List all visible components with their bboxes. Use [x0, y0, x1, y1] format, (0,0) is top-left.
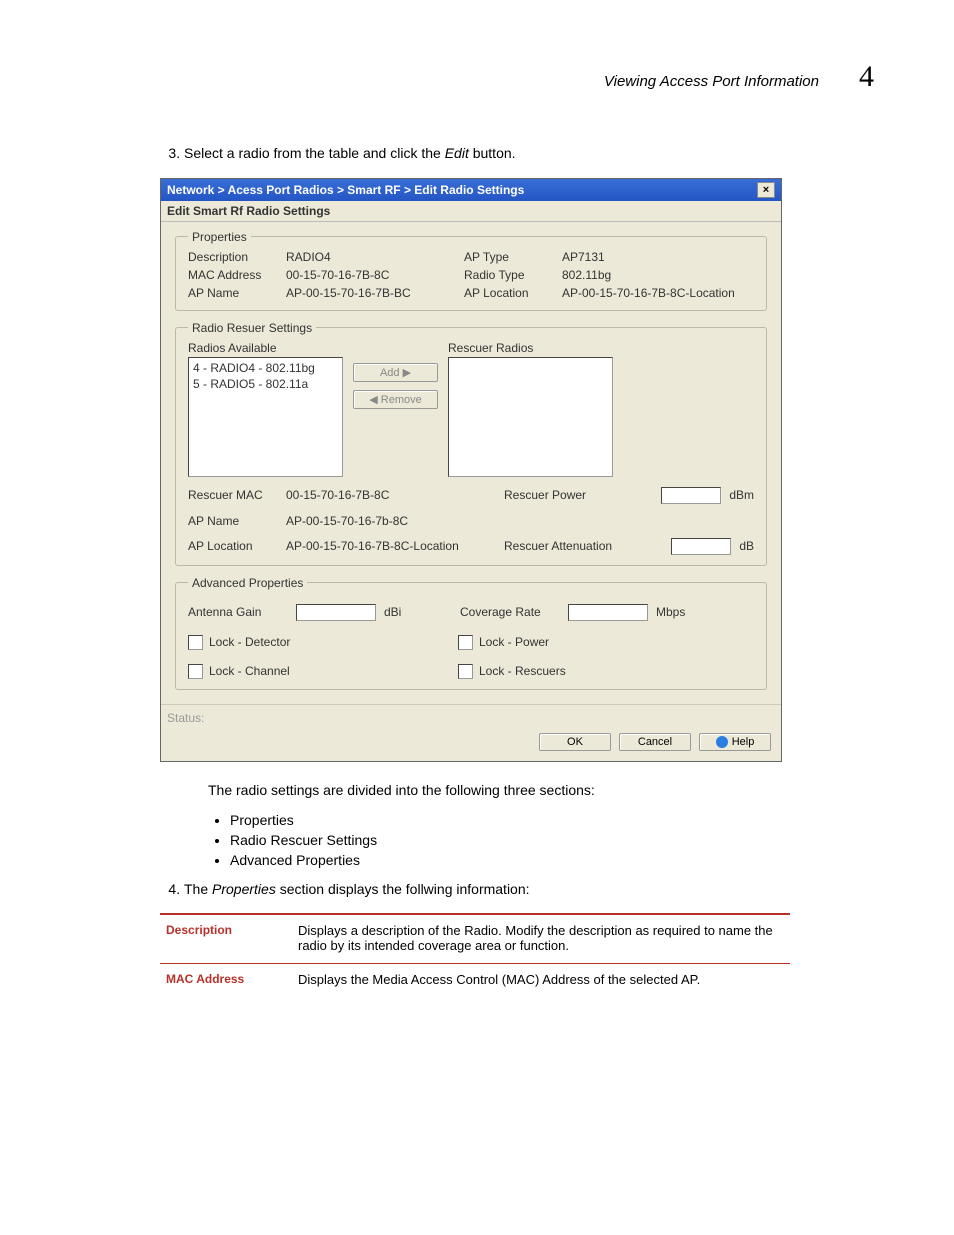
- prop-aptype-label: AP Type: [464, 250, 554, 264]
- add-button[interactable]: Add ▶: [353, 363, 438, 382]
- antenna-gain-input[interactable]: [296, 604, 376, 621]
- dialog-titlebar: Network > Acess Port Radios > Smart RF >…: [161, 179, 781, 201]
- chapter-number: 4: [859, 60, 874, 94]
- prop-desc-label: Description: [188, 250, 278, 264]
- rescuer-aploc-label: AP Location: [188, 539, 278, 553]
- ok-button[interactable]: OK: [539, 733, 611, 751]
- prop-radiotype-value: 802.11bg: [562, 268, 754, 282]
- list-item[interactable]: 4 - RADIO4 - 802.11bg: [193, 360, 338, 377]
- rescuer-power-input[interactable]: [661, 487, 721, 504]
- after-dialog-text: The radio settings are divided into the …: [208, 782, 874, 798]
- help-icon: [716, 736, 728, 748]
- rescuer-att-unit: dB: [739, 539, 754, 553]
- step-4-pre: The: [184, 881, 212, 897]
- rescuer-power-unit: dBm: [729, 488, 754, 502]
- prop-aploc-value: AP-00-15-70-16-7B-8C-Location: [562, 286, 754, 300]
- lock-channel-checkbox[interactable]: [188, 664, 203, 679]
- lock-detector-checkbox[interactable]: [188, 635, 203, 650]
- prop-mac-label: MAC Address: [188, 268, 278, 282]
- rescuer-att-label: Rescuer Attenuation: [504, 539, 612, 553]
- lock-power-checkbox[interactable]: [458, 635, 473, 650]
- cancel-button[interactable]: Cancel: [619, 733, 691, 751]
- coverage-rate-label: Coverage Rate: [460, 605, 560, 619]
- page-header-title: Viewing Access Port Information: [604, 73, 819, 90]
- rescuer-power-label: Rescuer Power: [504, 488, 586, 502]
- rescuer-legend: Radio Resuer Settings: [188, 321, 316, 335]
- step-4-em: Properties: [212, 881, 276, 897]
- lock-channel-label: Lock - Channel: [209, 664, 290, 678]
- edit-radio-dialog: Network > Acess Port Radios > Smart RF >…: [160, 178, 782, 762]
- advanced-legend: Advanced Properties: [188, 576, 307, 590]
- rescuer-mac-label: Rescuer MAC: [188, 488, 278, 502]
- prop-aptype-value: AP7131: [562, 250, 754, 264]
- prop-apname-value: AP-00-15-70-16-7B-BC: [286, 286, 456, 300]
- help-button-label: Help: [732, 736, 755, 748]
- rescuer-radios-list[interactable]: [448, 357, 613, 477]
- rescuer-apname-value: AP-00-15-70-16-7b-8C: [286, 514, 496, 528]
- advanced-fieldset: Advanced Properties Antenna Gain dBi Cov…: [175, 576, 767, 690]
- rescuer-mac-value: 00-15-70-16-7B-8C: [286, 488, 496, 502]
- rescuer-aploc-value: AP-00-15-70-16-7B-8C-Location: [286, 539, 496, 553]
- properties-description-table: Description Displays a description of th…: [160, 913, 790, 997]
- rescuer-att-input[interactable]: [671, 538, 731, 555]
- help-button[interactable]: Help: [699, 733, 771, 751]
- prop-radiotype-label: Radio Type: [464, 268, 554, 282]
- lock-detector-label: Lock - Detector: [209, 635, 290, 649]
- bullet-advanced: Advanced Properties: [230, 852, 874, 868]
- radios-available-label: Radios Available: [188, 341, 343, 355]
- lock-power-label: Lock - Power: [479, 635, 549, 649]
- dialog-title: Network > Acess Port Radios > Smart RF >…: [167, 183, 524, 197]
- proptable-val: Displays a description of the Radio. Mod…: [292, 914, 790, 964]
- step-4-post: section displays the follwing informatio…: [276, 881, 530, 897]
- step-3-em: Edit: [445, 145, 469, 161]
- rescuer-fieldset: Radio Resuer Settings Radios Available 4…: [175, 321, 767, 566]
- coverage-rate-input[interactable]: [568, 604, 648, 621]
- properties-legend: Properties: [188, 230, 251, 244]
- list-item[interactable]: 5 - RADIO5 - 802.11a: [193, 376, 338, 393]
- step-4: The Properties section displays the foll…: [184, 880, 874, 900]
- proptable-key: MAC Address: [160, 964, 292, 998]
- prop-apname-label: AP Name: [188, 286, 278, 300]
- bullet-properties: Properties: [230, 812, 874, 828]
- rescuer-apname-label: AP Name: [188, 514, 278, 528]
- radios-available-list[interactable]: 4 - RADIO4 - 802.11bg 5 - RADIO5 - 802.1…: [188, 357, 343, 477]
- proptable-key: Description: [160, 914, 292, 964]
- lock-rescuers-checkbox[interactable]: [458, 664, 473, 679]
- prop-aploc-label: AP Location: [464, 286, 554, 300]
- prop-mac-value: 00-15-70-16-7B-8C: [286, 268, 456, 282]
- bullet-rescuer: Radio Rescuer Settings: [230, 832, 874, 848]
- table-row: Description Displays a description of th…: [160, 914, 790, 964]
- proptable-val: Displays the Media Access Control (MAC) …: [292, 964, 790, 998]
- coverage-rate-unit: Mbps: [656, 605, 696, 619]
- properties-fieldset: Properties Description RADIO4 AP Type AP…: [175, 230, 767, 311]
- prop-desc-value: RADIO4: [286, 250, 456, 264]
- antenna-gain-unit: dBi: [384, 605, 424, 619]
- close-icon[interactable]: ×: [757, 182, 775, 198]
- antenna-gain-label: Antenna Gain: [188, 605, 288, 619]
- rescuer-radios-label: Rescuer Radios: [448, 341, 613, 355]
- step-3-post: button.: [469, 145, 516, 161]
- lock-rescuers-label: Lock - Rescuers: [479, 664, 566, 678]
- table-row: MAC Address Displays the Media Access Co…: [160, 964, 790, 998]
- step-3: Select a radio from the table and click …: [184, 144, 874, 164]
- status-label: Status:: [161, 704, 781, 727]
- dialog-subheader: Edit Smart Rf Radio Settings: [161, 201, 781, 222]
- remove-button[interactable]: ◀ Remove: [353, 390, 438, 409]
- step-3-pre: Select a radio from the table and click …: [184, 145, 445, 161]
